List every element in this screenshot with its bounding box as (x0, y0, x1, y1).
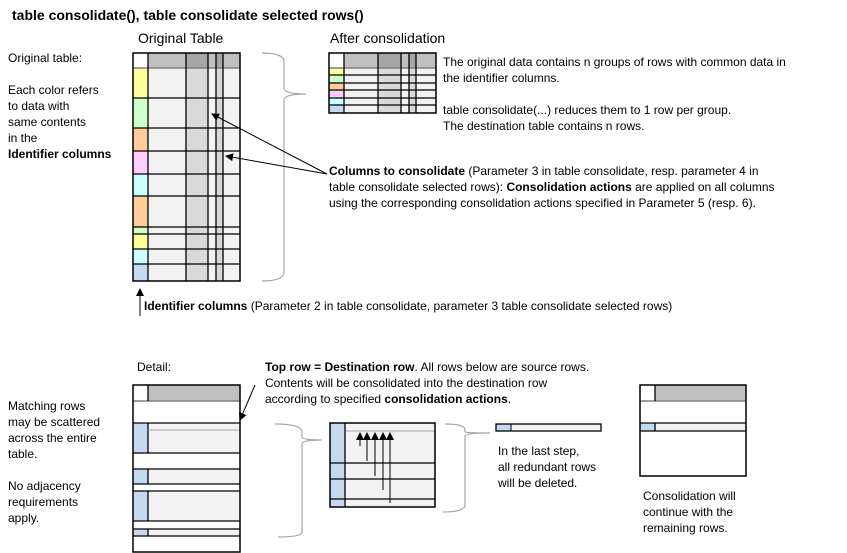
header-cell (208, 53, 216, 68)
identifier-column (330, 423, 345, 507)
identifier-cell-cyan (133, 174, 148, 196)
identifier-cell-orange (133, 196, 148, 227)
identifier-cell-green (133, 227, 148, 234)
matching-row (148, 469, 240, 484)
matching-row (148, 491, 240, 521)
identifier-cell-blue (133, 491, 148, 521)
identifier-cell-pink (329, 90, 344, 98)
header-cell (148, 53, 186, 68)
identifier-cell-blue (133, 264, 148, 281)
arrow-to-destination-row (239, 384, 256, 421)
continue-table (639, 384, 747, 477)
identifier-cell-yellow (133, 68, 148, 98)
identifier-cell-blue (133, 529, 148, 536)
header-cell (409, 53, 416, 68)
identifier-cell-orange (133, 128, 148, 151)
header-cell (223, 53, 240, 68)
identifier-cell-yellow (133, 234, 148, 249)
identifier-cell-pink (133, 151, 148, 174)
identifier-cell-yellow (329, 68, 344, 75)
identifier-cell-blue (640, 423, 655, 431)
header-cell (148, 385, 240, 401)
header-cell (655, 385, 746, 401)
identifier-cell-blue (496, 424, 511, 431)
matching-row (148, 529, 240, 536)
final-row (495, 423, 602, 432)
identifier-cell-cyan (133, 249, 148, 264)
identifier-cell-blue (133, 469, 148, 484)
detail-table (132, 384, 241, 553)
identifier-cell-green (329, 75, 344, 83)
identifier-cell-orange (329, 83, 344, 90)
brace-detail-to-step (274, 423, 323, 538)
consolidation-step-table (329, 422, 436, 508)
header-cell (186, 53, 208, 68)
header-corner-cell (133, 385, 148, 401)
header-corner-cell (133, 53, 148, 68)
header-cell (344, 53, 378, 68)
identifier-cell-blue (133, 423, 148, 453)
identifier-cell-cyan (329, 98, 344, 105)
identifier-cell-blue (329, 105, 344, 113)
brace-original-to-after (261, 52, 307, 282)
brace-step-to-final (442, 423, 491, 513)
arrow-to-column-d (225, 153, 328, 175)
original-table (132, 52, 241, 282)
header-corner-cell (640, 385, 655, 401)
identifier-cell-green (133, 98, 148, 128)
consolidated-row (511, 424, 601, 431)
matching-row (148, 423, 240, 453)
after-consolidation-table (328, 52, 437, 114)
consolidated-row (655, 423, 746, 431)
header-cell (378, 53, 401, 68)
header-cell (216, 53, 223, 68)
header-cell (416, 53, 436, 68)
header-corner-cell (329, 53, 344, 68)
diagram-canvas (132, 52, 747, 553)
header-cell (401, 53, 409, 68)
